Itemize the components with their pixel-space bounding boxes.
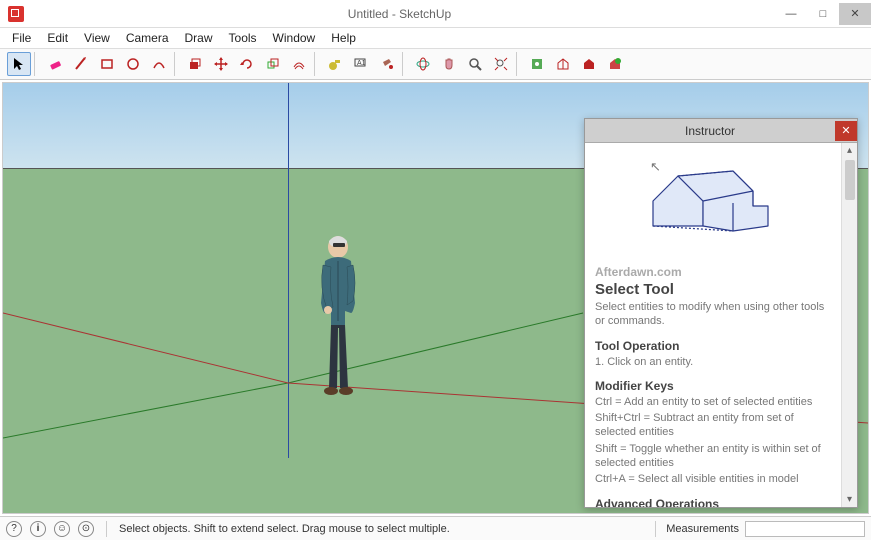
tool-orbit[interactable] — [411, 52, 435, 76]
viewport-3d[interactable]: Instructor ✕ ↖ Aft — [2, 82, 869, 514]
status-geo-icon[interactable]: ⊙ — [78, 521, 94, 537]
measurements-area: Measurements — [651, 521, 865, 537]
menu-view[interactable]: View — [76, 30, 118, 46]
scroll-up-icon[interactable]: ▴ — [847, 143, 852, 158]
scroll-down-icon[interactable]: ▾ — [847, 492, 852, 507]
instructor-op-heading: Tool Operation — [595, 339, 831, 353]
tool-rectangle[interactable] — [95, 52, 119, 76]
instructor-body: ↖ Afterdawn.com Select Tool Select entit… — [585, 143, 857, 507]
instructor-mod-shift: Shift = Toggle whether an entity is with… — [595, 442, 831, 471]
cursor-icon: ↖ — [650, 159, 661, 175]
instructor-mod-heading: Modifier Keys — [595, 379, 831, 393]
status-info-icon[interactable]: ? — [6, 521, 22, 537]
title-bar: Untitled - SketchUp — □ ✕ — [0, 0, 871, 28]
menu-help[interactable]: Help — [323, 30, 364, 46]
instructor-scrollbar[interactable]: ▴ ▾ — [841, 143, 857, 507]
instructor-content: ↖ Afterdawn.com Select Tool Select entit… — [585, 143, 841, 507]
menu-camera[interactable]: Camera — [118, 30, 177, 46]
tool-ext-warehouse[interactable] — [577, 52, 601, 76]
watermark-text: Afterdawn.com — [595, 265, 831, 279]
menu-draw[interactable]: Draw — [177, 30, 221, 46]
window-controls: — □ ✕ — [775, 3, 871, 25]
minimize-button[interactable]: — — [775, 3, 807, 25]
toolbar-separator — [402, 52, 408, 76]
toolbar-separator — [34, 52, 40, 76]
tool-eraser[interactable] — [43, 52, 67, 76]
tool-paint[interactable] — [375, 52, 399, 76]
measurements-label: Measurements — [666, 523, 739, 535]
instructor-tool-desc: Select entities to modify when using oth… — [595, 300, 831, 329]
instructor-illustration: ↖ — [595, 151, 831, 261]
scroll-thumb[interactable] — [845, 160, 855, 200]
tool-text[interactable]: A1 — [349, 52, 373, 76]
tool-circle[interactable] — [121, 52, 145, 76]
tool-zoom[interactable] — [463, 52, 487, 76]
status-divider — [106, 521, 107, 537]
status-divider — [655, 521, 656, 537]
menu-bar: File Edit View Camera Draw Tools Window … — [0, 28, 871, 48]
svg-text:A1: A1 — [357, 60, 366, 67]
window-title: Untitled - SketchUp — [24, 7, 775, 21]
tool-share[interactable] — [603, 52, 627, 76]
instructor-mod-ctrl-a: Ctrl+A = Select all visible entities in … — [595, 472, 831, 486]
tool-pushpull[interactable] — [183, 52, 207, 76]
instructor-titlebar[interactable]: Instructor ✕ — [585, 119, 857, 143]
status-hint: Select objects. Shift to extend select. … — [119, 523, 450, 535]
tool-arc[interactable] — [147, 52, 171, 76]
instructor-close-button[interactable]: ✕ — [835, 121, 857, 141]
scale-figure-person — [305, 233, 375, 413]
toolbar: A1 — [0, 48, 871, 80]
toolbar-separator — [174, 52, 180, 76]
menu-edit[interactable]: Edit — [39, 30, 76, 46]
tool-tape[interactable] — [323, 52, 347, 76]
tool-line[interactable] — [69, 52, 93, 76]
measurements-input[interactable] — [745, 521, 865, 537]
status-help-icon[interactable]: i — [30, 521, 46, 537]
tool-zoom-extents[interactable] — [489, 52, 513, 76]
menu-tools[interactable]: Tools — [221, 30, 265, 46]
tool-move[interactable] — [209, 52, 233, 76]
tool-add-location[interactable] — [525, 52, 549, 76]
tool-select[interactable] — [7, 52, 31, 76]
menu-file[interactable]: File — [4, 30, 39, 46]
tool-pan[interactable] — [437, 52, 461, 76]
instructor-mod-shift-ctrl: Shift+Ctrl = Subtract an entity from set… — [595, 411, 831, 440]
instructor-panel: Instructor ✕ ↖ Aft — [584, 118, 858, 508]
menu-window[interactable]: Window — [265, 30, 324, 46]
instructor-title-text: Instructor — [585, 124, 835, 138]
instructor-mod-ctrl: Ctrl = Add an entity to set of selected … — [595, 395, 831, 409]
tool-offset[interactable] — [287, 52, 311, 76]
toolbar-separator — [314, 52, 320, 76]
status-user-icon[interactable]: ☺ — [54, 521, 70, 537]
toolbar-separator — [516, 52, 522, 76]
close-button[interactable]: ✕ — [839, 3, 871, 25]
maximize-button[interactable]: □ — [807, 3, 839, 25]
status-bar: ? i ☺ ⊙ Select objects. Shift to extend … — [0, 516, 871, 540]
instructor-tool-name: Select Tool — [595, 281, 831, 298]
app-icon — [8, 6, 24, 22]
instructor-adv-heading: Advanced Operations — [595, 497, 831, 507]
tool-scale[interactable] — [261, 52, 285, 76]
tool-rotate[interactable] — [235, 52, 259, 76]
tool-3d-warehouse[interactable] — [551, 52, 575, 76]
instructor-op-step: 1. Click on an entity. — [595, 355, 831, 369]
